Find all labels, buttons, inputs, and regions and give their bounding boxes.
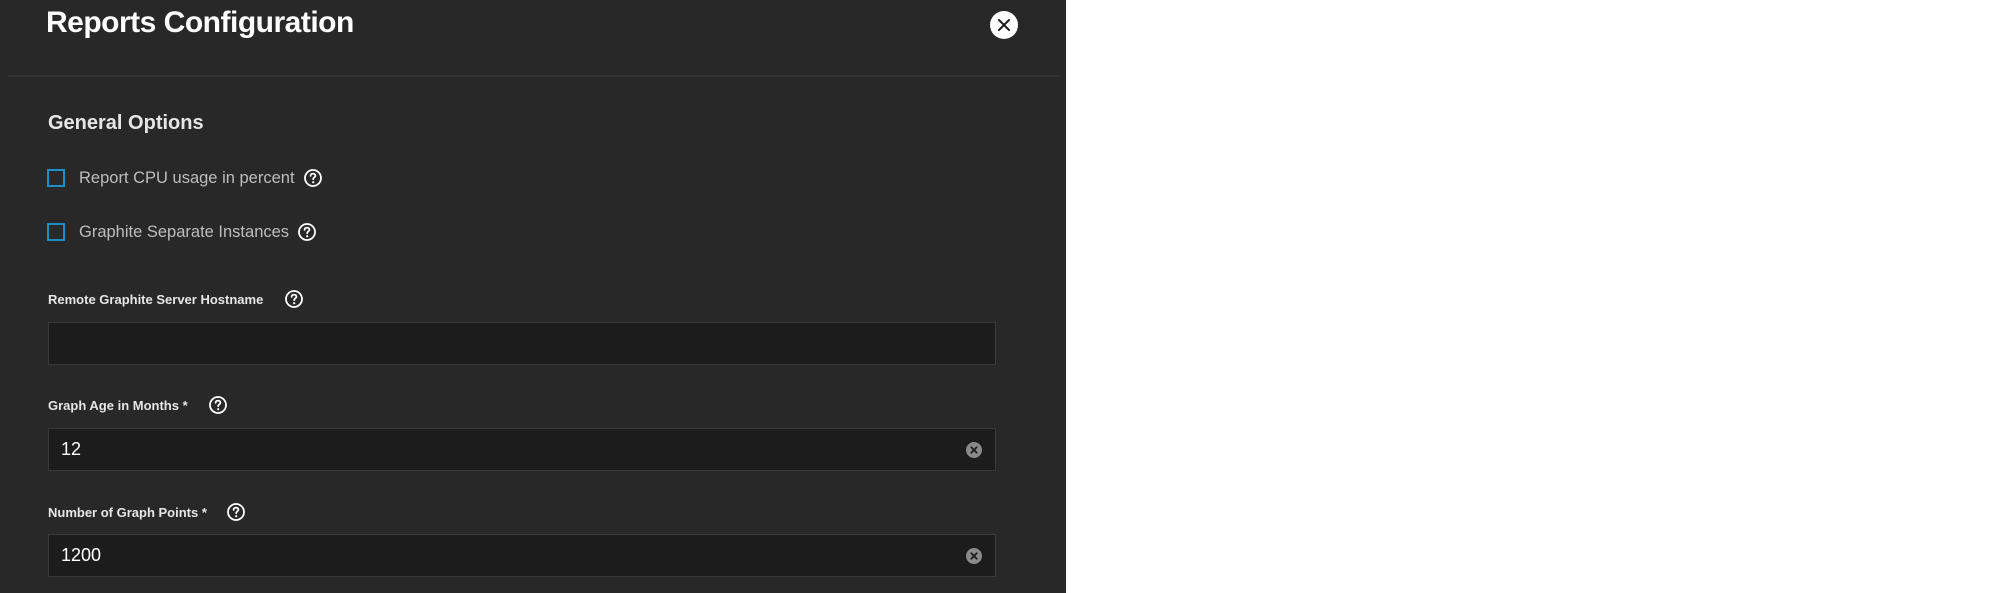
help-icon[interactable] [208, 395, 228, 415]
graph-points-label-row: Number of Graph Points * [48, 501, 245, 523]
graph-age-input[interactable] [61, 429, 961, 470]
graph-points-field-label: Number of Graph Points * [48, 504, 207, 520]
reports-configuration-panel: Reports Configuration General Options Re… [0, 0, 1066, 593]
dialog-title: Reports Configuration [46, 6, 354, 39]
report-cpu-usage-checkbox[interactable] [47, 169, 65, 187]
clear-icon[interactable] [966, 548, 982, 564]
hostname-field-label: Remote Graphite Server Hostname [48, 291, 264, 307]
help-icon[interactable] [303, 168, 323, 188]
graph-age-field-label: Graph Age in Months * [48, 397, 188, 413]
graphite-separate-instances-label: Graphite Separate Instances [79, 222, 290, 241]
report-cpu-usage-label: Report CPU usage in percent [79, 168, 295, 187]
help-icon[interactable] [226, 502, 246, 522]
graphite-separate-instances-checkbox[interactable] [47, 223, 65, 241]
header-divider [8, 75, 1060, 77]
graph-points-input[interactable] [61, 535, 961, 576]
close-button[interactable] [990, 11, 1018, 39]
help-icon[interactable] [297, 222, 317, 242]
help-icon[interactable] [284, 289, 304, 309]
report-cpu-usage-checkbox-row[interactable]: Report CPU usage in percent [47, 166, 323, 190]
hostname-input[interactable] [61, 323, 961, 364]
graph-points-field[interactable] [48, 534, 996, 577]
section-title-general-options: General Options [48, 112, 204, 134]
graphite-separate-instances-checkbox-row[interactable]: Graphite Separate Instances [47, 220, 317, 244]
clear-icon[interactable] [966, 442, 982, 458]
graph-age-field[interactable] [48, 428, 996, 471]
graph-age-label-row: Graph Age in Months * [48, 394, 227, 416]
close-icon [998, 19, 1010, 31]
dialog-header: Reports Configuration [0, 0, 1066, 76]
hostname-field[interactable] [48, 322, 996, 365]
hostname-label-row: Remote Graphite Server Hostname [48, 288, 303, 310]
